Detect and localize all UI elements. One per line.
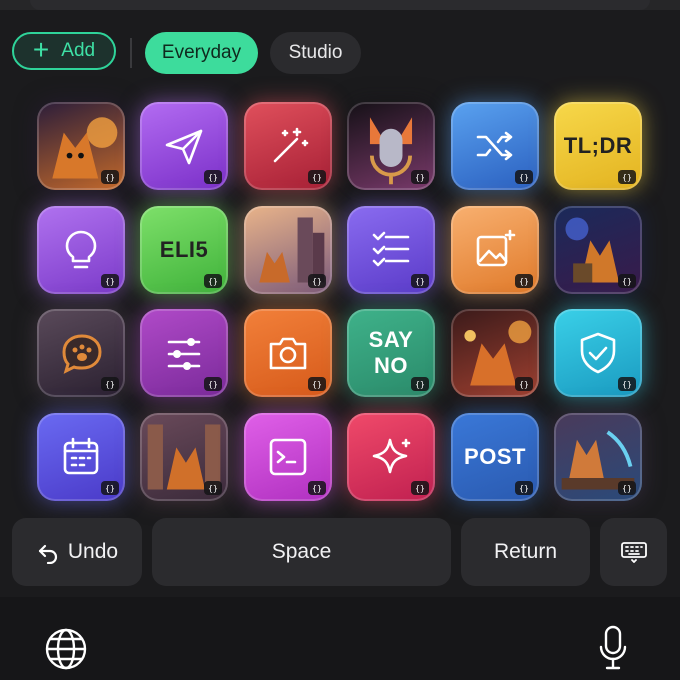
prompt-tile-grid: {}{}{}{}{} TL;DR{}{} ELI5{}{}{}{}{}{}{}{} S… [0, 90, 680, 510]
globe-icon[interactable] [44, 627, 88, 671]
variable-badge: {} [411, 274, 429, 288]
undo-arrow-icon [38, 544, 57, 564]
return-key-label: Return [493, 540, 558, 563]
variable-badge: {} [101, 377, 119, 391]
variable-badge: {} [515, 170, 533, 184]
variable-badge: {} [204, 274, 222, 288]
settings-prompt-tile[interactable]: {} [140, 309, 228, 397]
post-prompt-tile-label: POST [464, 443, 526, 469]
fox-wizard-tile[interactable]: {} [554, 206, 642, 294]
add-button-label: Add [61, 40, 96, 61]
variable-badge: {} [618, 274, 636, 288]
variable-badge: {} [308, 170, 326, 184]
space-key[interactable]: Space [152, 518, 451, 586]
variable-badge: {} [204, 170, 222, 184]
camera-icon [269, 337, 307, 370]
calendar-prompt-tile[interactable]: {} [37, 413, 125, 501]
paw-chat-bubble-icon [62, 334, 102, 374]
system-bottom-bar [0, 597, 680, 680]
variable-badge: {} [411, 377, 429, 391]
tldr-prompt-tile-label: TL;DR [563, 132, 633, 158]
idea-prompt-tile[interactable]: {} [37, 206, 125, 294]
send-prompt-tile[interactable]: {} [140, 102, 228, 190]
variable-badge: {} [204, 377, 222, 391]
variable-badge: {} [411, 481, 429, 495]
checklist-icon [372, 231, 410, 267]
eli5-prompt-tile[interactable]: ELI5 {} [140, 206, 228, 294]
shield-prompt-tile[interactable]: {} [554, 309, 642, 397]
variable-badge: {} [618, 481, 636, 495]
camera-prompt-tile[interactable]: {} [244, 309, 332, 397]
variable-badge: {} [204, 481, 222, 495]
variable-badge: {} [515, 274, 533, 288]
fox-city-tile[interactable]: {} [244, 206, 332, 294]
tldr-prompt-tile[interactable]: TL;DR {} [554, 102, 642, 190]
tab-studio-label: Studio [288, 42, 343, 63]
space-key-label: Space [271, 540, 332, 563]
paper-plane-icon [165, 129, 203, 165]
undo-key-label: Undo [67, 540, 119, 563]
lightbulb-icon [65, 230, 97, 269]
variable-badge: {} [515, 481, 533, 495]
image-edit-prompt-tile[interactable]: {} [451, 206, 539, 294]
calendar-icon [63, 437, 99, 475]
plus-icon: + [32, 33, 50, 65]
category-divider [130, 38, 132, 68]
fox-desk-tile[interactable]: {} [554, 413, 642, 501]
category-bar: + Add Everyday Studio [12, 32, 672, 74]
shield-check-icon [580, 332, 616, 374]
keyboard-icon [620, 542, 647, 563]
fox-library-tile[interactable]: {} [140, 413, 228, 501]
sliders-icon [167, 338, 201, 370]
fox-lab-tile[interactable]: {} [451, 309, 539, 397]
variable-badge: {} [308, 481, 326, 495]
image-sparkle-icon [476, 229, 516, 267]
shuffle-icon [476, 131, 513, 161]
fox-microphone-tile[interactable]: {} [347, 102, 435, 190]
post-prompt-tile[interactable]: POST {} [451, 413, 539, 501]
tab-studio[interactable]: Studio [270, 32, 361, 74]
magic-wand-prompt-tile[interactable]: {} [244, 102, 332, 190]
variable-badge: {} [618, 377, 636, 391]
undo-key[interactable]: Undo [12, 518, 142, 586]
terminal-window-icon [269, 438, 307, 476]
sparkle-icon [372, 438, 411, 474]
add-button[interactable]: + Add [12, 32, 116, 70]
variable-badge: {} [101, 481, 119, 495]
eli5-prompt-tile-label: ELI5 [159, 236, 209, 262]
microphone-icon[interactable] [598, 625, 628, 671]
variable-badge: {} [618, 170, 636, 184]
say-no-prompt-tile-label: SAY NO [368, 326, 414, 378]
top-edge [0, 0, 680, 10]
return-key[interactable]: Return [461, 518, 590, 586]
keyboard-toggle-key[interactable] [600, 518, 667, 586]
tab-everyday[interactable]: Everyday [145, 32, 258, 74]
list-prompt-tile[interactable]: {} [347, 206, 435, 294]
shuffle-prompt-tile[interactable]: {} [451, 102, 539, 190]
variable-badge: {} [308, 377, 326, 391]
variable-badge: {} [308, 274, 326, 288]
fox-portrait-tile[interactable]: {} [37, 102, 125, 190]
paw-chat-tile[interactable]: {} [37, 309, 125, 397]
variable-badge: {} [101, 274, 119, 288]
tab-everyday-label: Everyday [161, 42, 242, 63]
sparkle-prompt-tile[interactable]: {} [347, 413, 435, 501]
variable-badge: {} [515, 377, 533, 391]
variable-badge: {} [411, 170, 429, 184]
magic-wand-icon [273, 127, 309, 163]
say-no-prompt-tile[interactable]: SAY NO{} [347, 309, 435, 397]
terminal-prompt-tile[interactable]: {} [244, 413, 332, 501]
variable-badge: {} [101, 170, 119, 184]
